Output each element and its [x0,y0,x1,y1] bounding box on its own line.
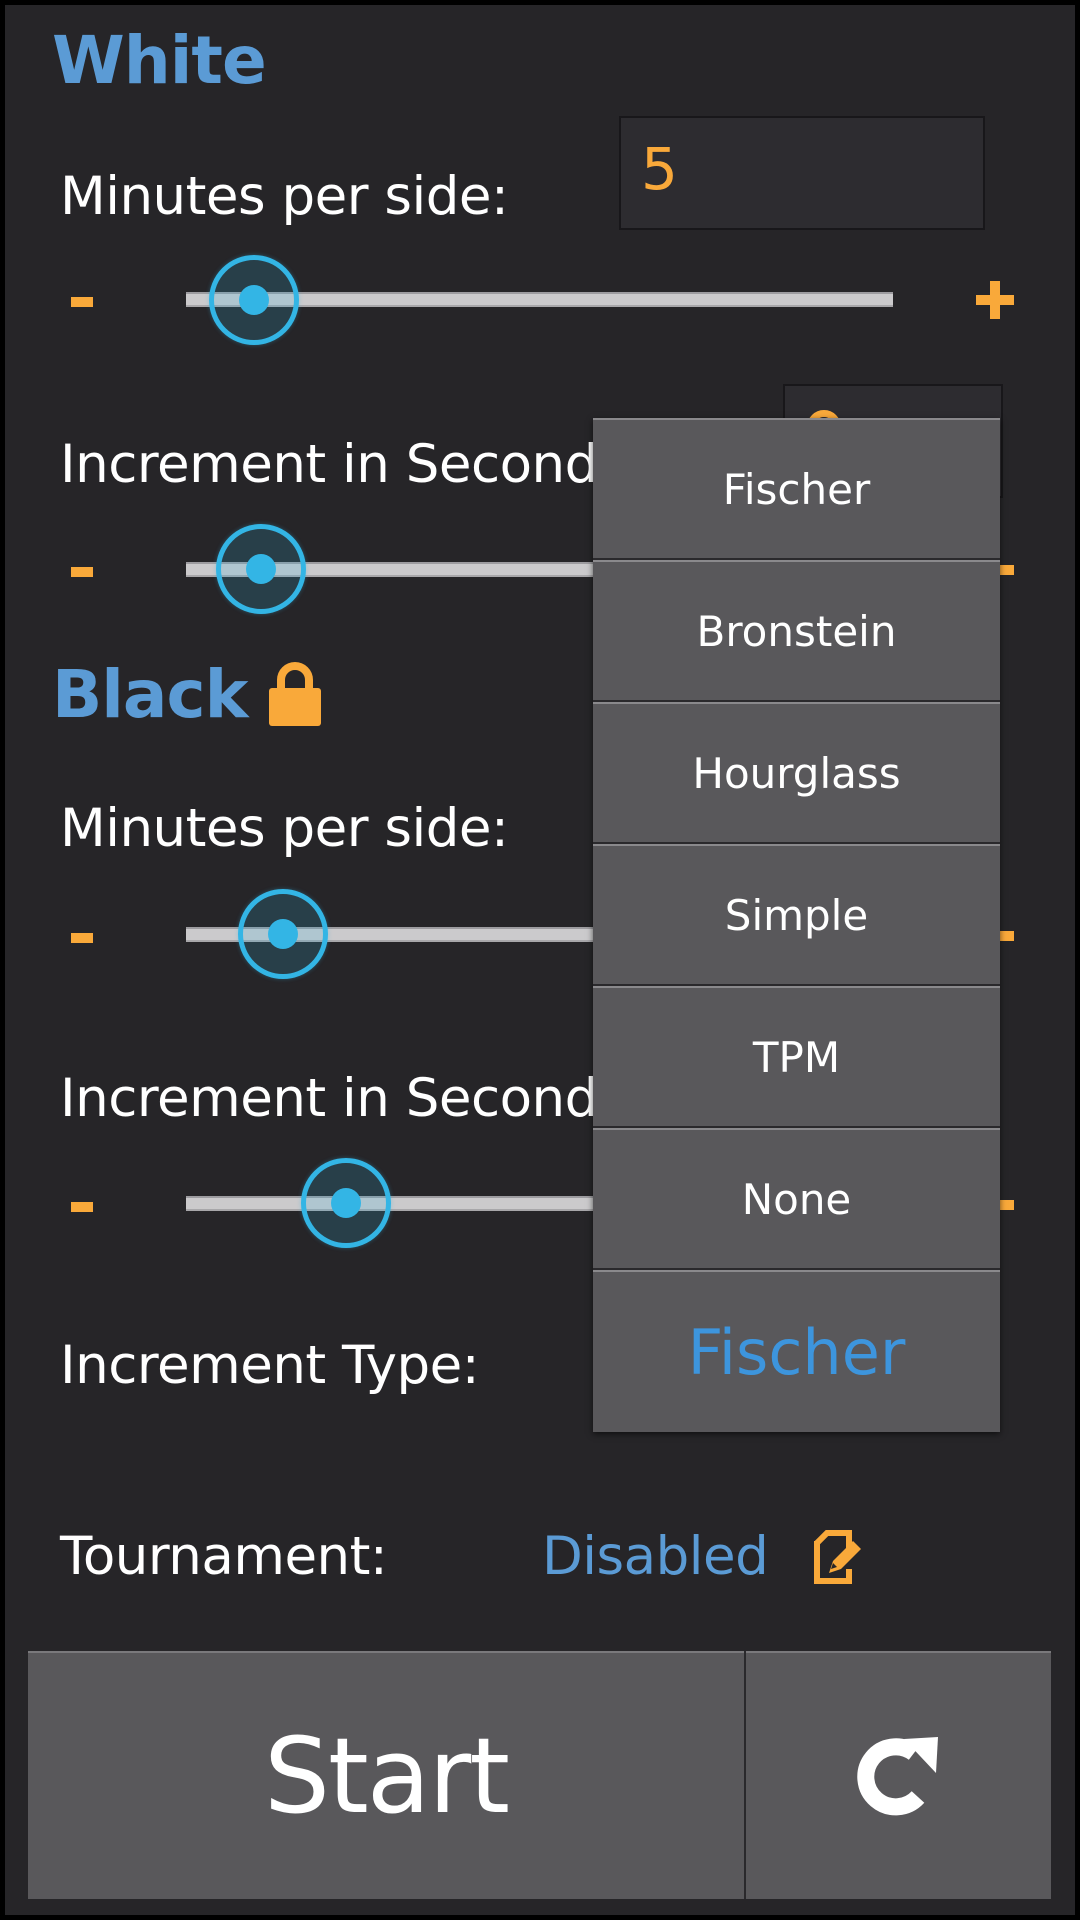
dropdown-option-hourglass[interactable]: Hourglass [593,702,1000,844]
lock-icon[interactable] [267,660,323,728]
increment-type-selected-value[interactable]: Fischer [593,1270,1000,1432]
black-increment-label: Increment in Seconds [60,1068,625,1129]
black-minutes-label: Minutes per side: [60,798,509,859]
white-increment-slider-thumb[interactable] [216,524,307,614]
reset-button[interactable] [746,1651,1051,1899]
black-increment-slider-thumb[interactable] [301,1158,392,1248]
dropdown-option-tpm[interactable]: TPM [593,986,1000,1128]
black-increment-minus-icon[interactable] [71,1202,93,1212]
time-control-settings-screen: White Minutes per side: 5 Increment in S… [5,5,1075,1915]
white-increment-label: Increment in Seconds [60,434,625,495]
start-button-label: Start [263,1715,510,1837]
slider-thumb-dot [331,1188,362,1218]
refresh-icon [856,1737,938,1816]
tournament-label: Tournament: [60,1526,388,1587]
white-minutes-minus-icon[interactable] [71,297,93,307]
start-button[interactable]: Start [28,1651,744,1899]
increment-type-dropdown[interactable]: Fischer Bronstein Hourglass Simple TPM N… [593,418,1000,1432]
edit-icon[interactable] [813,1529,865,1585]
slider-thumb-dot [267,919,298,949]
white-minutes-slider-thumb[interactable] [209,255,300,345]
white-minutes-value: 5 [641,135,678,203]
tournament-value[interactable]: Disabled [542,1530,769,1583]
white-minutes-label: Minutes per side: [60,166,509,227]
increment-type-label: Increment Type: [60,1335,480,1396]
black-heading: Black [52,656,248,733]
white-increment-minus-icon[interactable] [71,567,93,577]
black-minutes-minus-icon[interactable] [71,933,93,943]
white-minutes-plus-icon[interactable] [976,281,1014,319]
dropdown-option-fischer[interactable]: Fischer [593,418,1000,560]
dropdown-option-none[interactable]: None [593,1128,1000,1270]
white-heading: White [52,22,267,99]
black-minutes-slider-thumb[interactable] [237,889,328,979]
slider-thumb-dot [246,554,277,584]
dropdown-option-simple[interactable]: Simple [593,844,1000,986]
slider-thumb-dot [239,285,270,315]
white-minutes-input[interactable]: 5 [619,116,985,230]
dropdown-option-bronstein[interactable]: Bronstein [593,560,1000,702]
